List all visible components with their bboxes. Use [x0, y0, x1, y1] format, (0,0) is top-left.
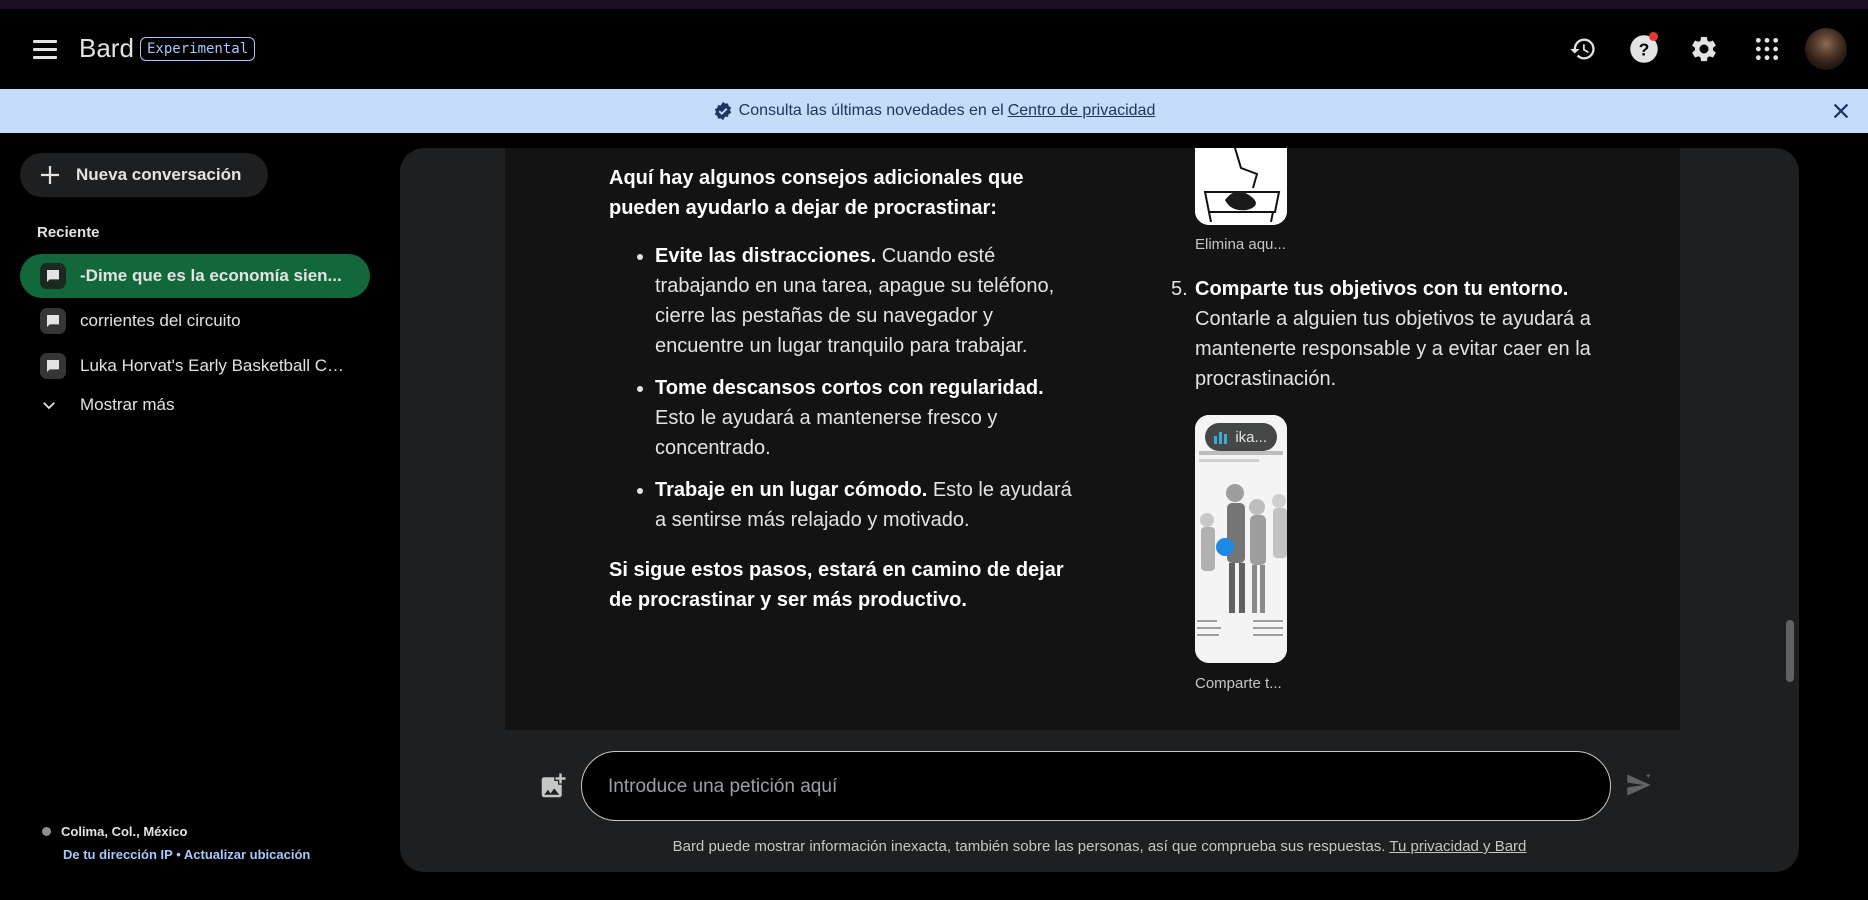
window-top-strip	[0, 0, 1868, 9]
ip-address-link[interactable]: De tu dirección IP	[63, 847, 173, 862]
experimental-badge: Experimental	[140, 37, 256, 61]
disclaimer: Bard puede mostrar información inexacta,…	[400, 838, 1799, 855]
recent-heading: Reciente	[37, 224, 100, 241]
verified-badge-icon	[713, 101, 733, 121]
settings-icon[interactable]	[1684, 29, 1724, 69]
response-text-column: Aquí hay algunos consejos adicionales qu…	[609, 163, 1079, 615]
privacy-banner: Consulta las últimas novedades en el Cen…	[0, 89, 1868, 133]
banner-text: Consulta las últimas novedades en el	[738, 102, 1004, 119]
location-place: Colima, Col., México	[61, 824, 188, 840]
recent-chat-item[interactable]: corrientes del circuito	[20, 299, 370, 343]
recent-chat-item[interactable]: -Dime que es la economía sien...	[20, 254, 370, 298]
send-icon[interactable]	[1625, 771, 1655, 801]
history-icon[interactable]	[1563, 29, 1603, 69]
close-icon[interactable]	[1830, 100, 1852, 122]
location-dot-icon	[42, 827, 51, 837]
recent-chat-item[interactable]: Luka Horvat's Early Basketball Ca...	[20, 344, 370, 388]
svg-text:?: ?	[1639, 39, 1650, 59]
show-more-button[interactable]: Mostrar más	[40, 395, 174, 415]
chevron-down-icon	[43, 402, 55, 410]
tips-list: Evite las distracciones. Cuando esté tra…	[609, 241, 1079, 535]
privacy-link[interactable]: Tu privacidad y Bard	[1389, 838, 1526, 855]
list-item: Evite las distracciones. Cuando esté tra…	[655, 241, 1079, 361]
response-card: Aquí hay algunos consejos adicionales qu…	[505, 148, 1680, 730]
response-intro: Aquí hay algunos consejos adicionales qu…	[609, 167, 1024, 219]
tip-title: Trabaje en un lugar cómodo.	[655, 479, 928, 501]
response-conclusion: Si sigue estos pasos, estará en camino d…	[609, 559, 1064, 611]
app-header: Bard Experimental ?	[0, 9, 1868, 89]
list-item: Tome descansos cortos con regularidad. E…	[655, 373, 1079, 463]
disclaimer-text: Bard puede mostrar información inexacta,…	[672, 838, 1386, 855]
notification-dot	[1649, 32, 1658, 41]
image-caption: Comparte t...	[1195, 675, 1282, 692]
recent-chat-title: corrientes del circuito	[80, 311, 241, 330]
plus-icon	[41, 166, 59, 184]
list-item-number: 5.	[1171, 278, 1188, 300]
help-icon[interactable]: ?	[1624, 29, 1664, 69]
image-source-label: ika...	[1235, 428, 1267, 446]
image-source-chip[interactable]: ika...	[1205, 423, 1277, 451]
tip-text: Contarle a alguien tus objetivos te ayud…	[1195, 308, 1591, 390]
tip-title: Comparte tus objetivos con tu entorno.	[1195, 278, 1569, 300]
app-title: Bard	[79, 33, 134, 63]
tip-text: Esto le ayudará a mantenerse fresco y co…	[655, 407, 998, 459]
recent-chat-title: -Dime que es la economía sien...	[80, 266, 342, 285]
prompt-input[interactable]	[606, 752, 1570, 821]
new-chat-button[interactable]: Nueva conversación	[20, 153, 268, 197]
location-separator: •	[176, 847, 181, 863]
source-logo-icon	[1214, 432, 1227, 444]
update-location-link[interactable]: Actualizar ubicación	[184, 847, 310, 862]
illustration-image[interactable]	[1195, 148, 1287, 225]
photo-image[interactable]: ika...	[1195, 415, 1287, 663]
scrollbar-thumb[interactable]	[1786, 620, 1794, 682]
show-more-label: Mostrar más	[80, 395, 175, 414]
user-avatar[interactable]	[1805, 28, 1847, 70]
prompt-box	[581, 751, 1611, 821]
chat-bubble-icon	[40, 308, 66, 334]
menu-icon[interactable]	[28, 35, 62, 65]
image-caption: Elimina aqu...	[1195, 236, 1286, 253]
recent-chat-title: Luka Horvat's Early Basketball Ca...	[80, 356, 350, 375]
tip-title: Evite las distracciones.	[655, 245, 877, 267]
new-chat-label: Nueva conversación	[76, 165, 242, 184]
chat-bubble-icon	[40, 263, 66, 289]
chat-panel: Aquí hay algunos consejos adicionales qu…	[400, 148, 1799, 872]
list-item: Trabaje en un lugar cómodo. Esto le ayud…	[655, 475, 1079, 535]
privacy-center-link[interactable]: Centro de privacidad	[1008, 102, 1156, 120]
location-info: Colima, Col., México De tu dirección IP …	[42, 823, 310, 862]
tip-title: Tome descansos cortos con regularidad.	[655, 377, 1044, 399]
image-upload-icon[interactable]	[538, 771, 568, 801]
chat-bubble-icon	[40, 353, 66, 379]
apps-icon[interactable]	[1747, 29, 1787, 69]
